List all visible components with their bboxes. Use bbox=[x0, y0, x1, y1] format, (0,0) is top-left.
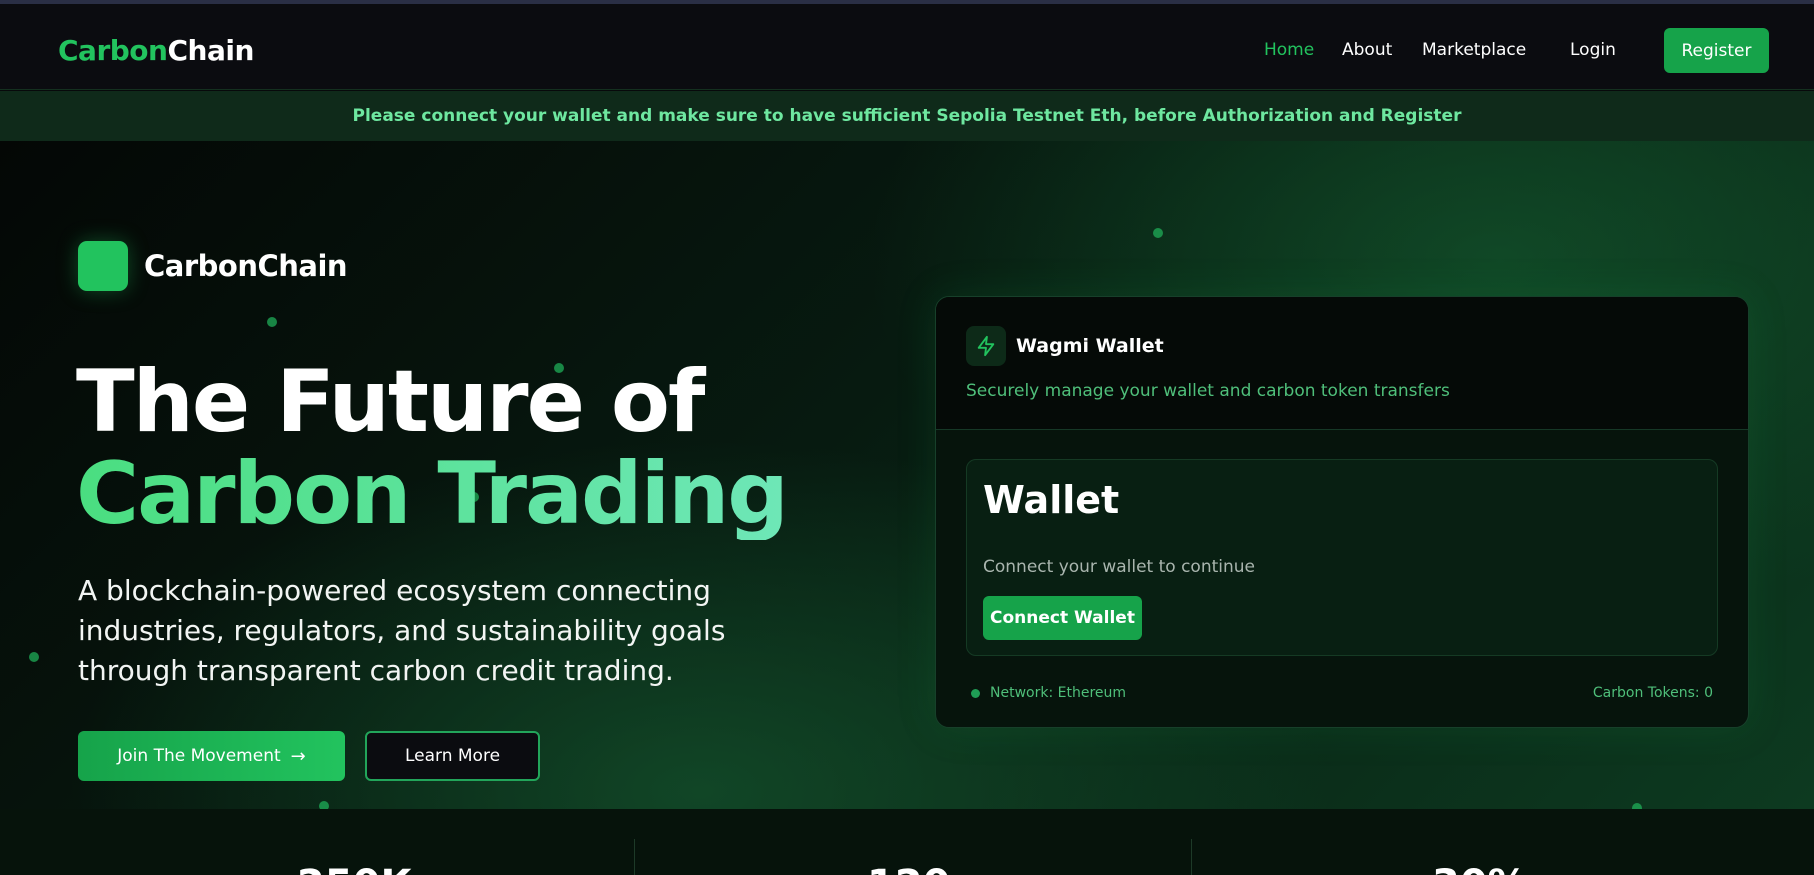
headline-line-1: The Future of bbox=[76, 352, 705, 452]
wallet-notice-text: Please connect your wallet and make sure… bbox=[352, 106, 1462, 126]
stat-value: 250K bbox=[297, 862, 412, 875]
brand-logo-icon bbox=[78, 241, 128, 291]
wallet-panel-title: Wallet bbox=[983, 478, 1120, 522]
decorative-dot bbox=[267, 317, 277, 327]
hero-headline: The Future of Carbon Trading bbox=[76, 352, 789, 544]
network-status: Network: Ethereum bbox=[971, 685, 1126, 701]
hero-brand: CarbonChain bbox=[78, 241, 348, 291]
stat-divider bbox=[1191, 839, 1192, 875]
wallet-connect-panel: Wallet Connect your wallet to continue C… bbox=[966, 459, 1718, 656]
lightning-icon bbox=[966, 326, 1006, 366]
join-movement-label: Join The Movement bbox=[117, 746, 281, 766]
network-status-dot bbox=[971, 688, 980, 698]
nav-login-link[interactable]: Login bbox=[1570, 40, 1616, 60]
network-label: Network: Ethereum bbox=[990, 685, 1127, 701]
hero-brand-name: CarbonChain bbox=[144, 249, 348, 283]
stat-divider bbox=[634, 839, 635, 875]
decorative-dot bbox=[29, 652, 39, 662]
stat-value: 120 bbox=[867, 862, 951, 875]
wallet-card: Wagmi Wallet Securely manage your wallet… bbox=[935, 296, 1749, 728]
site-logo[interactable]: CarbonChain bbox=[58, 34, 254, 67]
learn-more-button[interactable]: Learn More bbox=[365, 731, 540, 781]
headline-line-2: Carbon Trading bbox=[76, 444, 789, 544]
stat-value: 30% bbox=[1432, 862, 1528, 875]
wallet-panel-text: Connect your wallet to continue bbox=[983, 557, 1256, 577]
navbar: CarbonChain Home About Marketplace Login… bbox=[0, 4, 1814, 90]
carbon-tokens-count: Carbon Tokens: 0 bbox=[1592, 685, 1713, 701]
nav-about-link[interactable]: About bbox=[1342, 40, 1392, 60]
arrow-right-icon: → bbox=[290, 745, 306, 767]
wallet-notice-banner: Please connect your wallet and make sure… bbox=[0, 91, 1814, 141]
decorative-dot bbox=[319, 801, 329, 809]
wallet-card-header: Wagmi Wallet Securely manage your wallet… bbox=[936, 297, 1748, 430]
wallet-card-title: Wagmi Wallet bbox=[1016, 335, 1164, 357]
hero-section: CarbonChain The Future of Carbon Trading… bbox=[0, 141, 1814, 809]
connect-wallet-button[interactable]: Connect Wallet bbox=[983, 596, 1142, 640]
decorative-dot bbox=[1153, 228, 1163, 238]
nav-home-link[interactable]: Home bbox=[1264, 40, 1314, 60]
register-button[interactable]: Register bbox=[1664, 28, 1769, 73]
nav-marketplace-link[interactable]: Marketplace bbox=[1422, 40, 1526, 60]
logo-part-chain: Chain bbox=[167, 34, 254, 67]
hero-subtitle: A blockchain-powered ecosystem connectin… bbox=[78, 574, 726, 687]
wallet-card-description: Securely manage your wallet and carbon t… bbox=[966, 381, 1450, 401]
logo-part-carbon: Carbon bbox=[58, 34, 168, 67]
join-movement-button[interactable]: Join The Movement → bbox=[78, 731, 345, 781]
stats-strip: 250K 120 30% bbox=[0, 809, 1814, 875]
